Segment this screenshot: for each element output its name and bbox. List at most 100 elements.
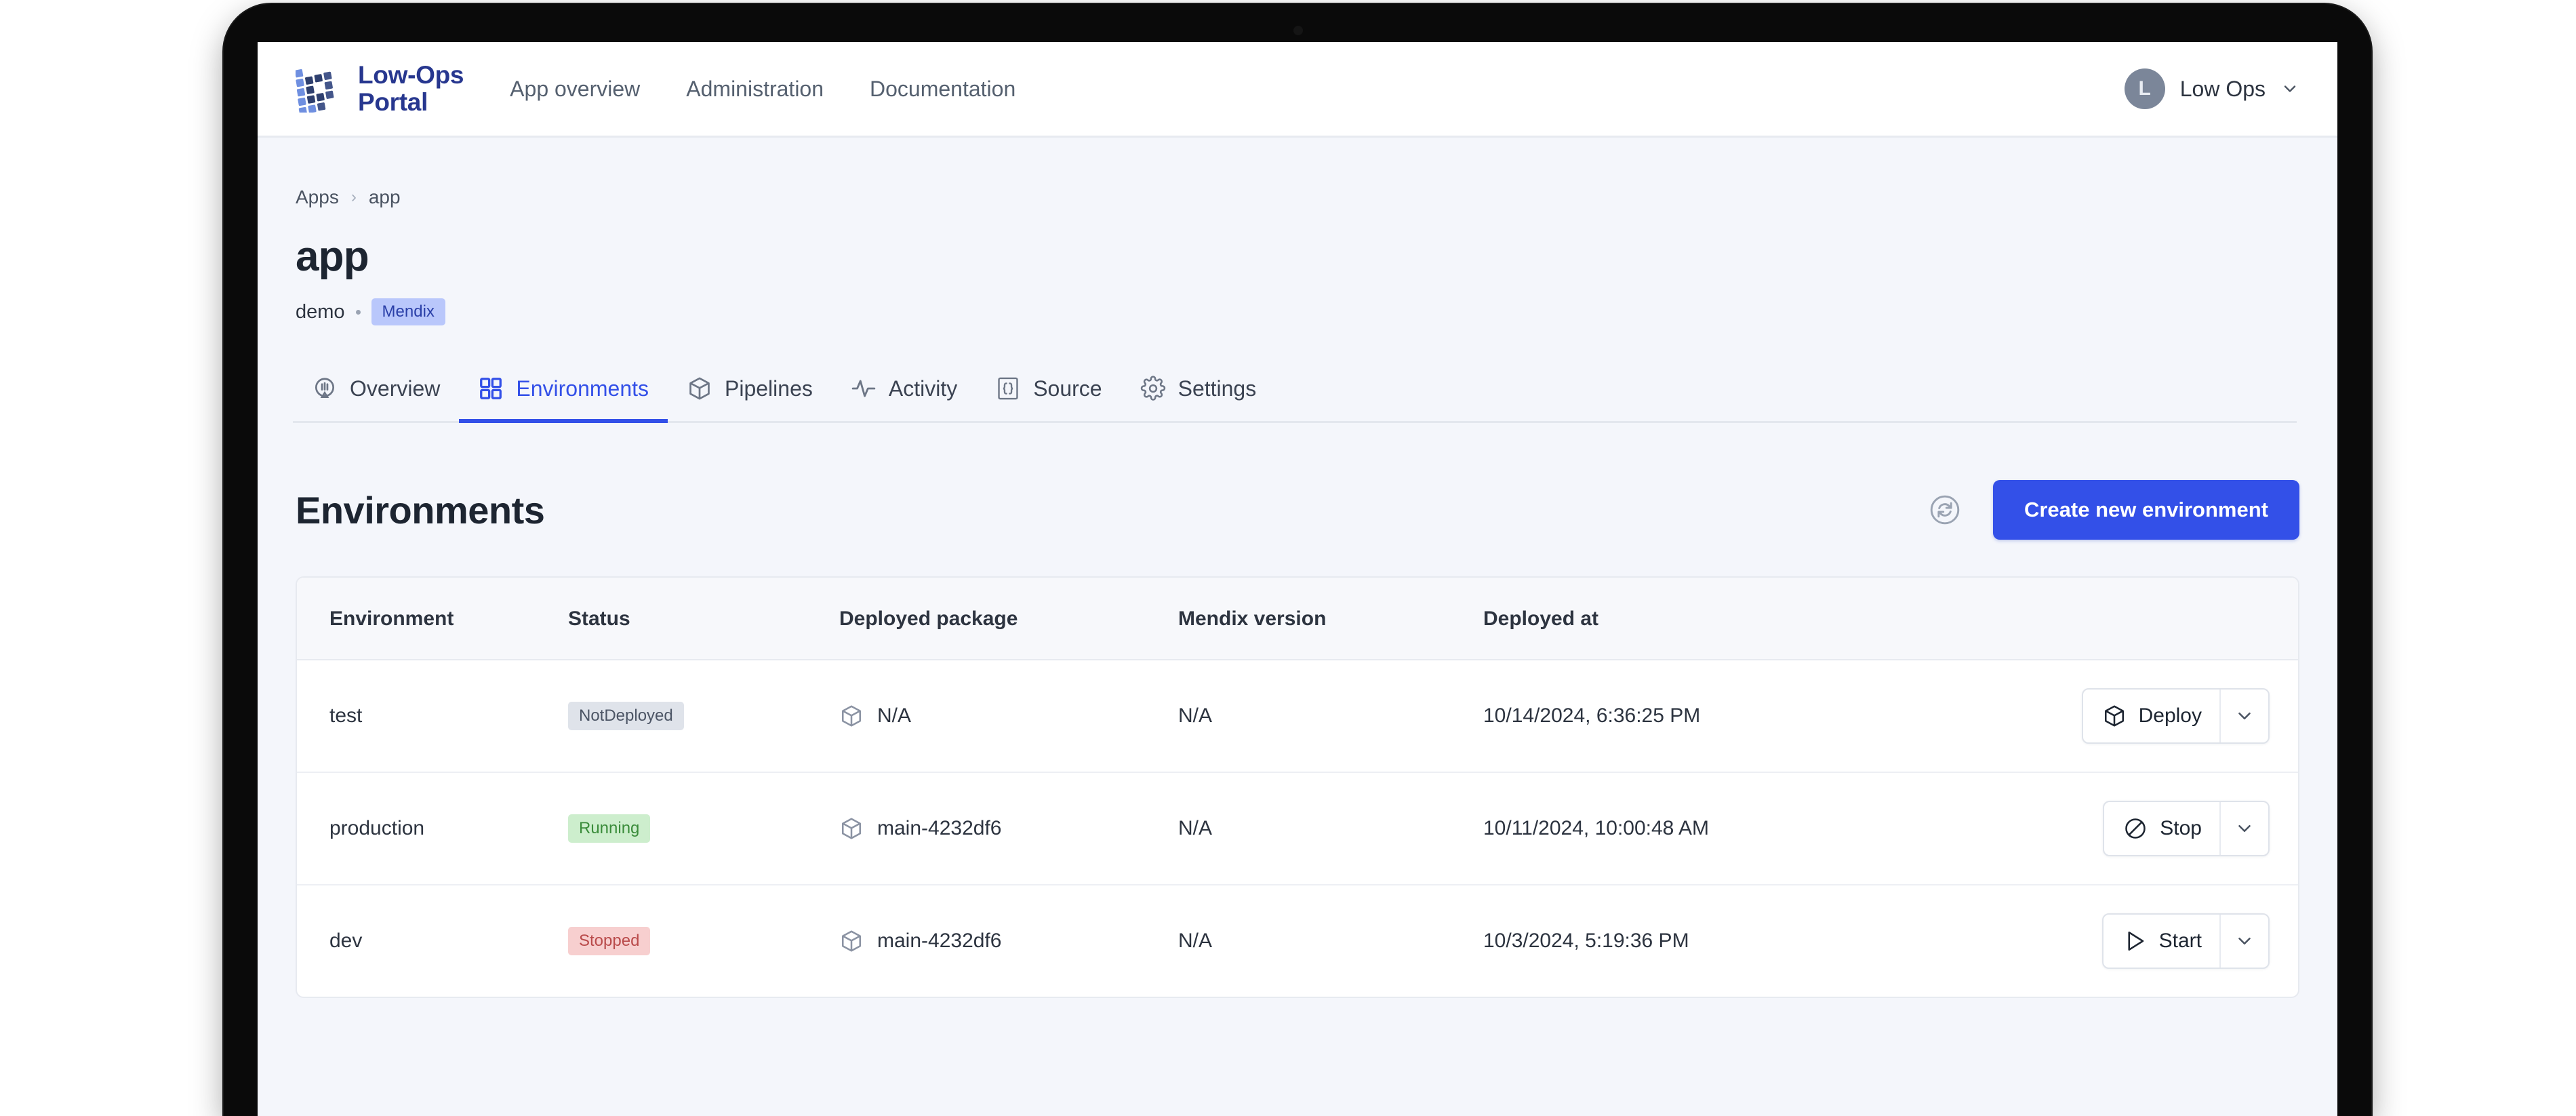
tab-label: Settings bbox=[1178, 376, 1257, 401]
cell-deployed-at: 10/14/2024, 6:36:25 PM bbox=[1483, 660, 1978, 773]
cell-mendix-version: N/A bbox=[1178, 930, 1213, 952]
cell-mendix-version: N/A bbox=[1178, 772, 1483, 885]
code-braces-icon bbox=[995, 376, 1021, 401]
table-header-row: Environment Status Deployed package Mend… bbox=[297, 578, 2298, 660]
row-action-split-button: Deploy bbox=[2081, 688, 2270, 744]
refresh-icon[interactable] bbox=[1928, 493, 1962, 527]
cell-actions: Start bbox=[1978, 885, 2298, 997]
cell-deployed-package: main-4232df6 bbox=[839, 772, 1178, 885]
cell-status: Running bbox=[568, 772, 839, 885]
brand-name-line1: Low-Ops bbox=[358, 61, 464, 89]
breadcrumb-separator: › bbox=[350, 188, 357, 206]
top-nav-links: App overview Administration Documentatio… bbox=[510, 77, 1015, 102]
chevron-down-icon[interactable] bbox=[2219, 915, 2268, 968]
app-subline: demo Mendix bbox=[296, 298, 2299, 325]
tab-label: Overview bbox=[350, 376, 441, 401]
environments-table: Environment Status Deployed package Mend… bbox=[297, 578, 2298, 997]
action-label: Stop bbox=[2160, 817, 2202, 839]
create-new-environment-button[interactable]: Create new environment bbox=[1992, 480, 2299, 540]
status-badge: NotDeployed bbox=[568, 702, 684, 730]
row-action-split-button: Start bbox=[2101, 913, 2270, 969]
environments-section-header: Environments Create new environment bbox=[296, 480, 2299, 540]
table-body: test NotDeployed N/A N/A 10/14/2024, 6:3… bbox=[297, 660, 2298, 997]
brand-name-line2: Portal bbox=[358, 88, 428, 116]
package-name: main-4232df6 bbox=[877, 817, 1002, 839]
breadcrumb-item-apps[interactable]: Apps bbox=[296, 186, 339, 208]
column-header-mendix-version: Mendix version bbox=[1178, 578, 1483, 660]
gear-icon bbox=[1140, 376, 1166, 401]
chevron-down-icon[interactable] bbox=[2219, 690, 2268, 742]
cell-actions: Stop bbox=[1978, 772, 2298, 885]
tab-overview[interactable]: Overview bbox=[293, 363, 459, 423]
breadcrumb-item-app[interactable]: app bbox=[369, 186, 401, 208]
app-owner: demo bbox=[296, 300, 345, 323]
tab-environments[interactable]: Environments bbox=[459, 363, 668, 423]
cell-deployed-package: main-4232df6 bbox=[839, 885, 1178, 997]
status-badge: Running bbox=[568, 814, 651, 843]
section-title: Environments bbox=[296, 488, 545, 532]
compass-icon bbox=[312, 376, 338, 401]
table-row[interactable]: dev Stopped main-4232df6 N/A 10/3/2024, … bbox=[297, 885, 2298, 997]
row-action-split-button: Stop bbox=[2103, 801, 2270, 856]
environments-table-card: Environment Status Deployed package Mend… bbox=[296, 576, 2299, 998]
play-icon bbox=[2122, 928, 2147, 954]
table-row[interactable]: production Running main-4232df6 N/A 10/1… bbox=[297, 772, 2298, 885]
cell-environment: dev bbox=[329, 930, 363, 952]
section-actions: Create new environment bbox=[1928, 480, 2299, 540]
table-header: Environment Status Deployed package Mend… bbox=[297, 578, 2298, 660]
screen: Low-Ops Portal App overview Administrati… bbox=[258, 42, 2337, 1116]
tab-settings[interactable]: Settings bbox=[1121, 363, 1276, 423]
stop-button[interactable]: Stop bbox=[2104, 802, 2219, 855]
cell-status: Stopped bbox=[568, 885, 839, 997]
cell-deployed-at: 10/3/2024, 5:19:36 PM bbox=[1483, 930, 1689, 952]
column-header-environment: Environment bbox=[297, 578, 568, 660]
tab-label: Source bbox=[1033, 376, 1102, 401]
column-header-actions bbox=[1978, 578, 2298, 660]
camera-dot bbox=[1293, 26, 1303, 35]
page-title: app bbox=[296, 233, 369, 280]
cell-status: NotDeployed bbox=[568, 660, 839, 773]
cell-mendix-version: N/A bbox=[1178, 660, 1483, 773]
cell-environment: test bbox=[297, 660, 568, 773]
device-frame: Low-Ops Portal App overview Administrati… bbox=[224, 4, 2371, 1116]
package-icon bbox=[687, 376, 712, 401]
tab-label: Activity bbox=[888, 376, 958, 401]
breadcrumb: Apps › app bbox=[296, 138, 2299, 208]
tab-label: Pipelines bbox=[725, 376, 813, 401]
cell-actions: Deploy bbox=[1978, 660, 2298, 773]
package-name: main-4232df6 bbox=[877, 930, 1002, 952]
column-header-status: Status bbox=[568, 578, 839, 660]
avatar: L bbox=[2124, 68, 2165, 109]
package-name: N/A bbox=[877, 704, 912, 727]
user-name: Low Ops bbox=[2179, 76, 2266, 101]
table-row[interactable]: test NotDeployed N/A N/A 10/14/2024, 6:3… bbox=[297, 660, 2298, 773]
nav-link-administration[interactable]: Administration bbox=[686, 77, 824, 102]
tab-label: Environments bbox=[516, 376, 649, 401]
column-header-deployed-package: Deployed package bbox=[839, 578, 1178, 660]
deploy-button[interactable]: Deploy bbox=[2083, 690, 2219, 742]
user-menu[interactable]: L Low Ops bbox=[2124, 68, 2299, 109]
package-icon bbox=[839, 703, 864, 729]
column-header-deployed-at: Deployed at bbox=[1483, 578, 1978, 660]
nav-link-app-overview[interactable]: App overview bbox=[510, 77, 640, 102]
chevron-down-icon bbox=[2280, 79, 2299, 98]
platform-chip: Mendix bbox=[371, 298, 445, 325]
tab-source[interactable]: Source bbox=[976, 363, 1121, 423]
start-button[interactable]: Start bbox=[2104, 915, 2219, 968]
top-navigation-bar: Low-Ops Portal App overview Administrati… bbox=[258, 42, 2337, 138]
brand[interactable]: Low-Ops Portal bbox=[296, 62, 464, 115]
tab-pipelines[interactable]: Pipelines bbox=[668, 363, 832, 423]
chevron-down-icon[interactable] bbox=[2219, 802, 2268, 855]
package-icon bbox=[839, 928, 864, 954]
page-body: Apps › app app demo Mendix Overview Envi… bbox=[258, 138, 2337, 998]
grid-four-icon bbox=[478, 376, 504, 401]
cell-deployed-at: 10/11/2024, 10:00:48 AM bbox=[1483, 772, 1978, 885]
action-label: Start bbox=[2158, 930, 2202, 952]
tab-activity[interactable]: Activity bbox=[832, 363, 976, 423]
grid-squares-logo-icon bbox=[296, 65, 342, 113]
package-icon bbox=[2102, 703, 2127, 729]
status-badge: Stopped bbox=[568, 927, 651, 955]
separator-dot-icon bbox=[355, 309, 361, 315]
brand-name: Low-Ops Portal bbox=[358, 62, 464, 115]
nav-link-documentation[interactable]: Documentation bbox=[870, 77, 1015, 102]
